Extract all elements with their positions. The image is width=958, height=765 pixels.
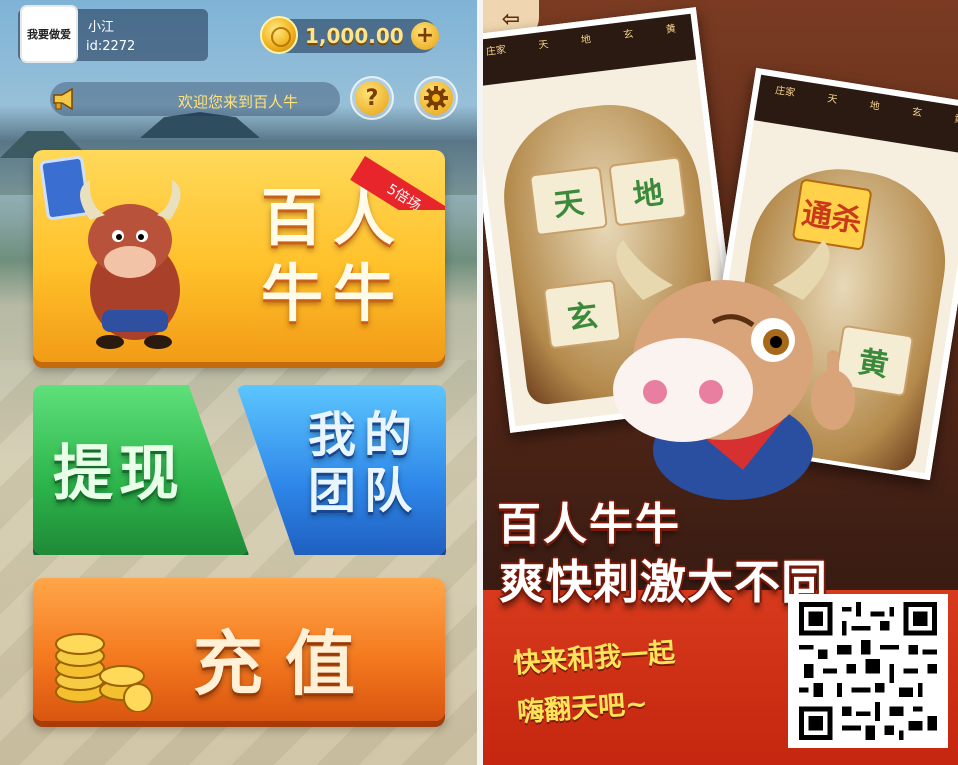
bull-mascot-icon: [80, 180, 181, 349]
header-cell: 天: [826, 93, 839, 106]
header-cell: 庄家: [485, 44, 507, 58]
table-header: 庄家 天 地 玄 黄: [753, 74, 958, 156]
promo-poster: ⇦ 庄家 天 地 玄 黄 天 地 玄 庄家 天 地 玄 黄 通杀 黄 百人牛牛 …: [483, 0, 958, 765]
game-lobby-screen: 我要做爱 小江 id:2272 1,000.00 + 欢迎您来到百人牛 ? 百人…: [0, 0, 477, 765]
header-cell: 天: [537, 39, 550, 52]
header-cell: 玄: [911, 106, 923, 120]
seat-tian: 天: [528, 165, 608, 237]
screenshot-composite: 我要做爱 小江 id:2272 1,000.00 + 欢迎您来到百人牛 ? 百人…: [0, 0, 958, 765]
help-button[interactable]: ?: [350, 76, 394, 120]
my-team-label: 我的团队: [307, 407, 420, 519]
question-icon: ?: [355, 81, 389, 115]
header-cell: 地: [580, 34, 592, 47]
qr-code[interactable]: [788, 594, 948, 748]
settings-button[interactable]: [414, 76, 458, 120]
slogan-title: 百人牛牛: [497, 499, 681, 550]
multiplier-badge: 5倍场: [350, 156, 445, 210]
header-cell: 黄: [665, 23, 677, 36]
cow-mascot-icon: [613, 240, 855, 500]
slogan-subtitle: 爽快刺激大不同: [499, 555, 828, 609]
multiplier-ribbon: 5倍场: [345, 150, 445, 210]
header-cell: 玄: [622, 28, 635, 42]
add-funds-button[interactable]: +: [411, 22, 439, 50]
header-cell: 庄家: [774, 85, 796, 100]
coin-stack-icon: [55, 633, 153, 712]
withdraw-label: 提现: [53, 439, 185, 509]
gear-icon: [419, 81, 453, 115]
header-cell: 地: [868, 100, 881, 113]
seat-di: 地: [608, 156, 688, 227]
gold-coin-icon: [260, 16, 298, 54]
avatar[interactable]: 我要做爱: [22, 7, 76, 61]
notice-text: 欢迎您来到百人牛: [178, 93, 299, 111]
qr-code-image: [799, 602, 937, 740]
header-cell: 黄: [953, 113, 958, 126]
nickname: 小江: [88, 20, 115, 35]
recharge-label: 充值: [193, 623, 377, 705]
balance-amount: 1,000.00: [305, 24, 404, 48]
user-id: id:2272: [86, 39, 136, 54]
megaphone-icon: [53, 87, 73, 111]
